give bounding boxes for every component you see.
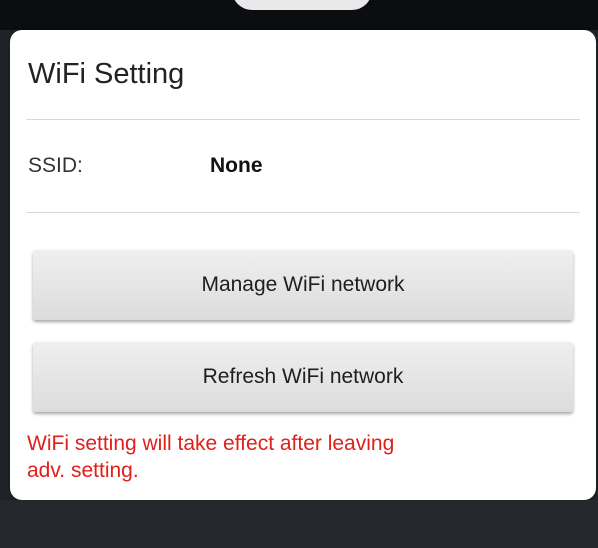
ssid-value: None	[210, 154, 263, 177]
dialog-title: WiFi Setting	[28, 58, 185, 90]
divider	[26, 119, 580, 120]
notice-line-1: WiFi setting will take effect after leav…	[27, 432, 395, 455]
wifi-setting-dialog: WiFi Setting SSID: None Manage WiFi netw…	[10, 30, 596, 500]
manage-wifi-network-button[interactable]: Manage WiFi network	[33, 250, 573, 320]
refresh-wifi-network-button[interactable]: Refresh WiFi network	[33, 342, 573, 412]
ssid-label: SSID:	[28, 154, 83, 177]
wifi-notice-text: WiFi setting will take effect after leav…	[27, 430, 527, 484]
bottom-strip	[0, 500, 598, 548]
top-strip	[0, 0, 598, 30]
partial-header-element	[232, 0, 372, 10]
divider	[26, 212, 580, 213]
notice-line-2: adv. setting.	[27, 459, 139, 482]
